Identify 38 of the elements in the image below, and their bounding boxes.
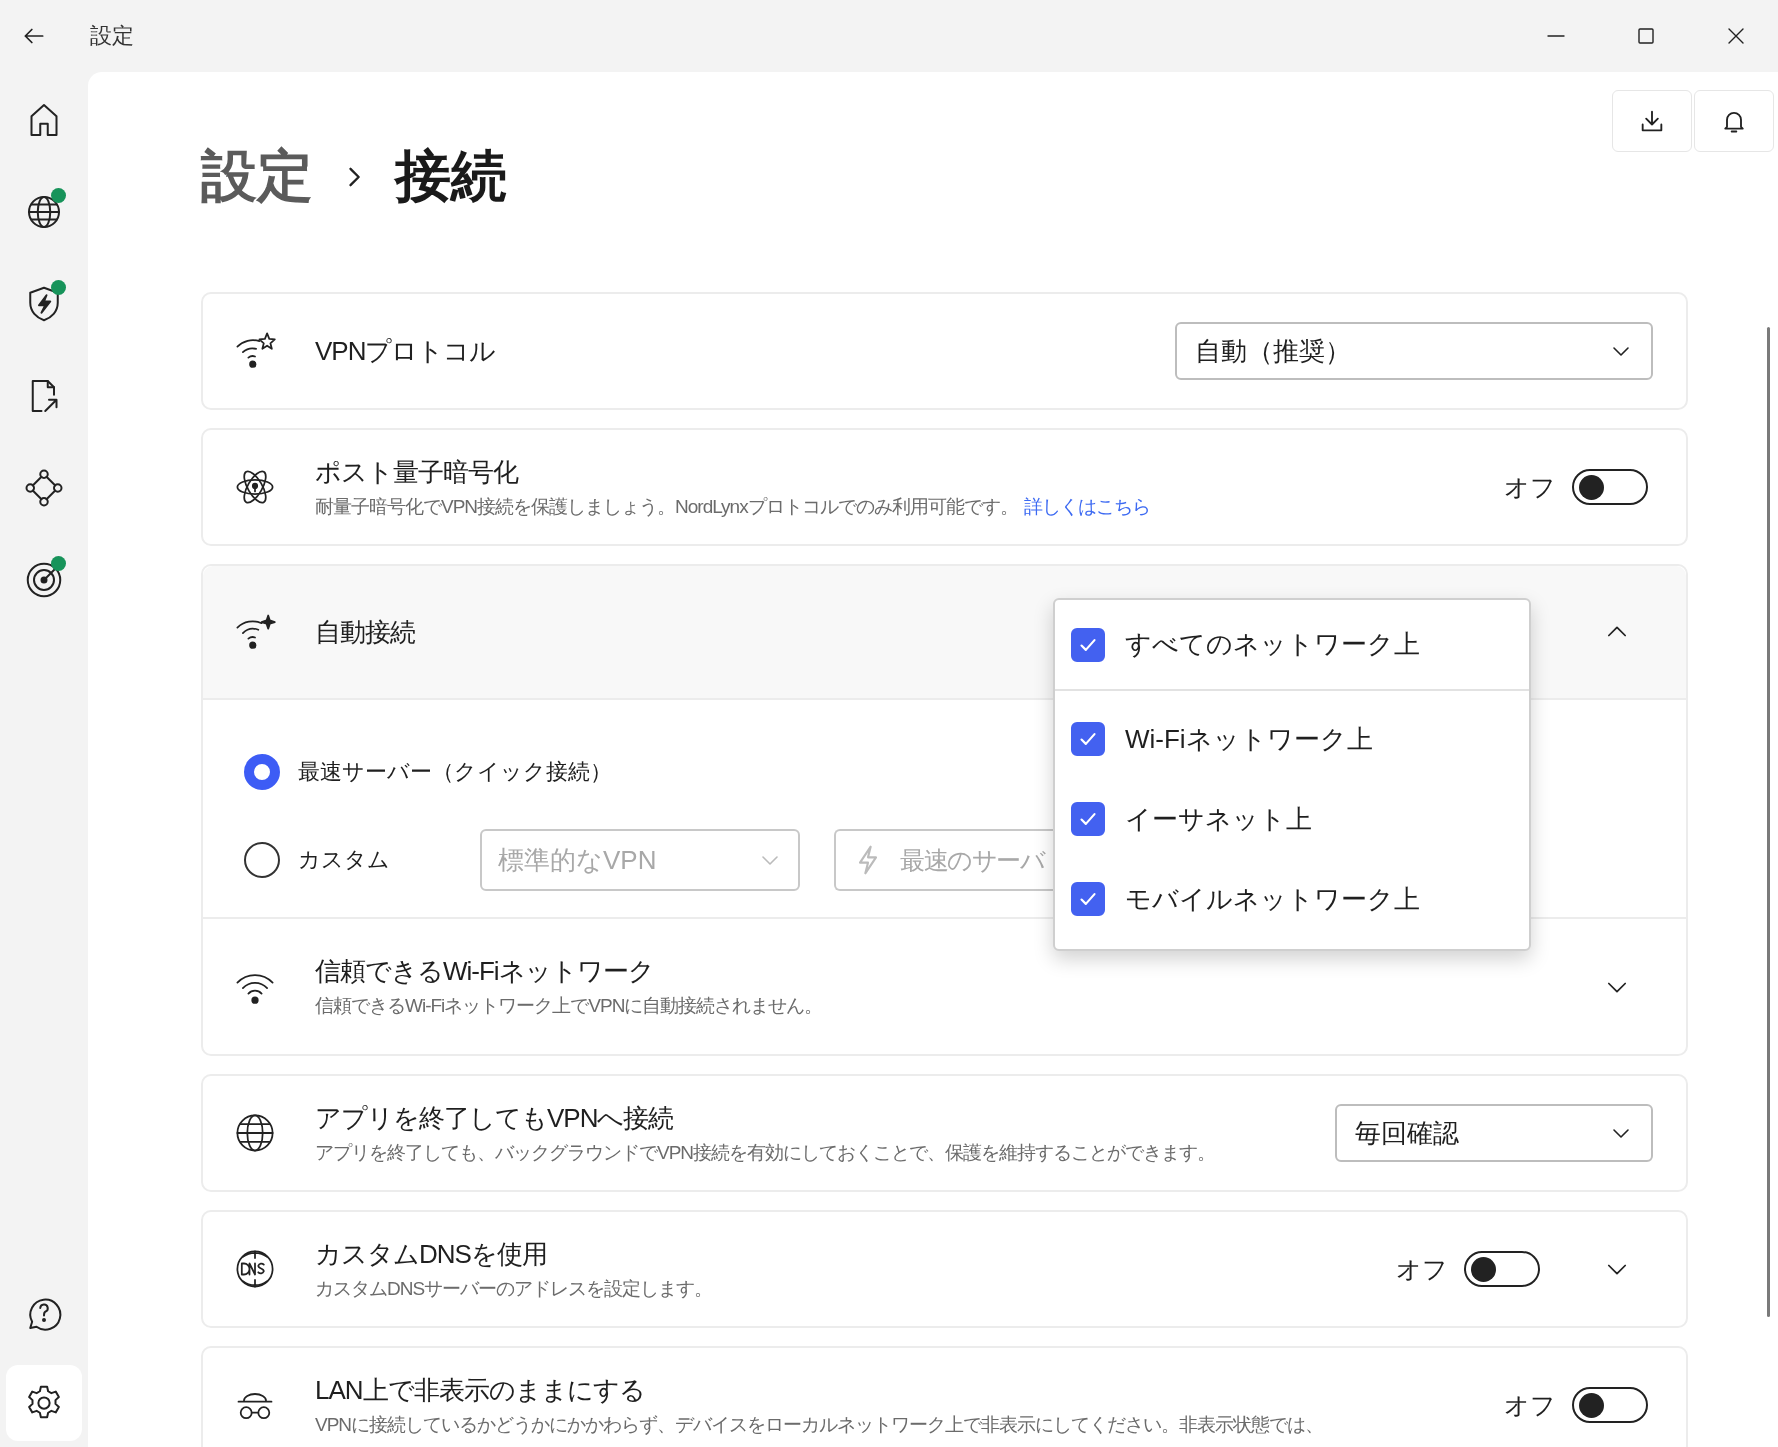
notification-button[interactable] bbox=[1694, 90, 1774, 152]
dropdown[interactable]: 自動（推奨） bbox=[1175, 322, 1653, 380]
radio-button[interactable] bbox=[244, 842, 280, 878]
setting-title: カスタムDNSを使用 bbox=[315, 1237, 547, 1271]
radio-button[interactable] bbox=[244, 754, 280, 790]
breadcrumb-link[interactable]: 設定 bbox=[201, 139, 313, 215]
setting-description: アプリを終了しても、バックグラウンドでVPN接続を有効にしておくことで、保護を維持することができます。 bbox=[315, 1140, 1216, 1165]
window-title: 設定 bbox=[90, 22, 134, 50]
setting-title: 信頼できるWi-Fiネットワーク bbox=[315, 955, 654, 988]
setting-description: 信頼できるWi-Fiネットワーク上でVPNに自動接続されません。 bbox=[315, 994, 823, 1018]
mesh-icon bbox=[24, 468, 64, 508]
checkbox[interactable] bbox=[1071, 802, 1105, 836]
toggle-switch[interactable] bbox=[1572, 1387, 1648, 1423]
toggle-state-label: オフ bbox=[1504, 471, 1556, 503]
setting-title: VPNプロトコル bbox=[315, 334, 496, 368]
setting-description: VPNに接続しているかどうかにかかわらず、デバイスをローカルネットワーク上で非表示にしてください。非表示状態では、 bbox=[315, 1412, 1324, 1437]
toggle-switch[interactable] bbox=[1464, 1251, 1540, 1287]
setting-title: アプリを終了してもVPNへ接続 bbox=[315, 1101, 674, 1135]
checkbox[interactable] bbox=[1071, 722, 1105, 756]
checkbox[interactable] bbox=[1071, 882, 1105, 916]
page-title: 接続 bbox=[395, 143, 507, 209]
setting-title: ポスト量子暗号化 bbox=[315, 455, 518, 489]
setting-description: カスタムDNSサーバーのアドレスを設定します。 bbox=[315, 1276, 713, 1301]
learn-more-link[interactable]: 詳しくはこちら bbox=[1023, 495, 1150, 517]
dropdown[interactable]: 毎回確認 bbox=[1335, 1104, 1653, 1162]
radio-label: 最速サーバー（クイック接続） bbox=[298, 758, 612, 786]
setting-title: LAN上で非表示のままにする bbox=[315, 1373, 645, 1407]
radio-label: カスタム bbox=[298, 846, 390, 874]
setting-title: 自動接続 bbox=[315, 615, 415, 649]
toggle-state-label: オフ bbox=[1396, 1253, 1448, 1285]
network-option[interactable]: Wi-Fiネットワーク上 bbox=[1055, 699, 1529, 779]
toggle-state-label: オフ bbox=[1504, 1389, 1556, 1421]
setting-description: 耐量子暗号化でVPN接続を保護しましょう。NordLynxプロトコルでのみ利用可能です。 詳しくはこちら bbox=[315, 494, 1150, 519]
toggle-switch[interactable] bbox=[1572, 469, 1648, 505]
gear-nav-item[interactable] bbox=[6, 1365, 82, 1441]
target-icon bbox=[24, 560, 64, 600]
download-button[interactable] bbox=[1612, 90, 1692, 152]
checkbox[interactable] bbox=[1071, 627, 1105, 662]
